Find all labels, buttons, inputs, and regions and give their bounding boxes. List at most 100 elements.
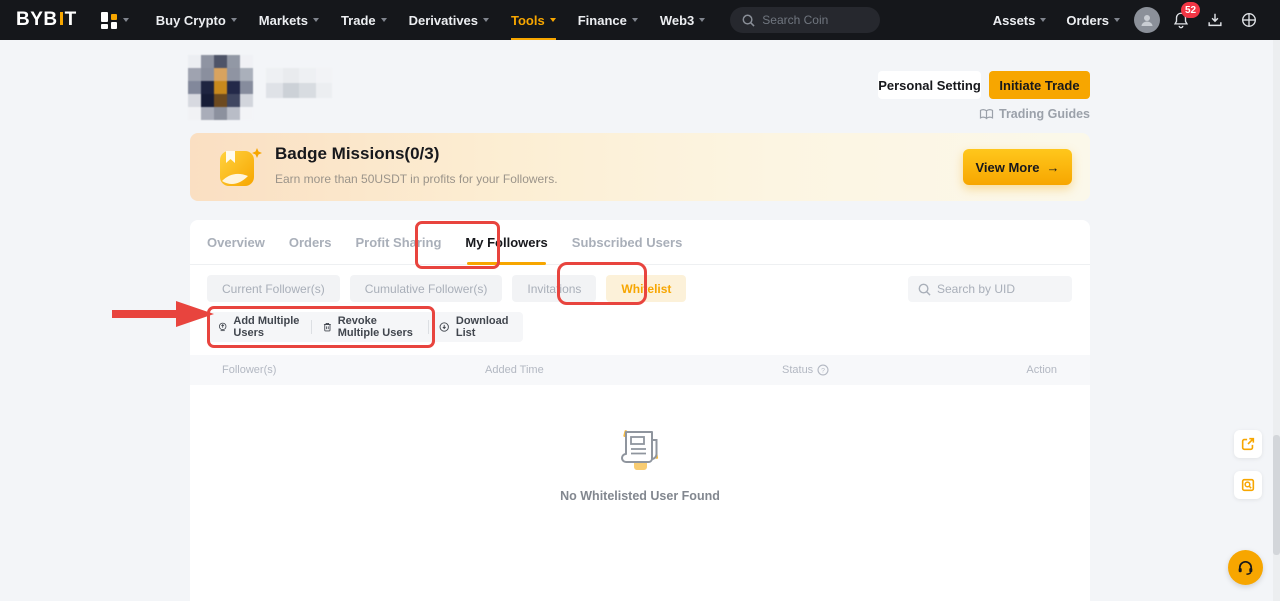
subtab-bar: Current Follower(s) Cumulative Follower(… [207, 275, 686, 302]
nav-item-buy-crypto[interactable]: Buy Crypto [145, 0, 248, 40]
nav-item-label: Tools [511, 13, 545, 28]
notifications-button[interactable]: 52 [1164, 0, 1198, 40]
tab-label: Subscribed Users [572, 235, 683, 250]
nav-item-assets[interactable]: Assets [983, 0, 1057, 40]
badge-book-icon [213, 142, 265, 199]
language-button[interactable] [1232, 0, 1266, 40]
support-button[interactable] [1228, 550, 1263, 585]
column-action: Action [1026, 364, 1057, 376]
scrollbar-thumb[interactable] [1273, 435, 1280, 555]
banner-title: Badge Missions(0/3) [275, 144, 439, 164]
empty-document-icon [612, 418, 668, 476]
content-column: Personal Setting Initiate Trade Trading … [190, 40, 1090, 601]
tab-label: Profit Sharing [355, 235, 441, 250]
preview-floating-button[interactable] [1234, 471, 1262, 499]
followers-card: Overview Orders Profit Sharing My Follow… [190, 220, 1090, 601]
scrollbar-track[interactable] [1273, 40, 1280, 601]
nav-item-orders[interactable]: Orders [1056, 0, 1130, 40]
tab-profit-sharing[interactable]: Profit Sharing [343, 235, 453, 264]
view-more-label: View More [975, 160, 1039, 175]
external-link-icon [1240, 436, 1256, 452]
avatar [188, 55, 253, 120]
nav-item-label: Trade [341, 13, 376, 28]
nav-item-derivatives[interactable]: Derivatives [398, 0, 500, 40]
subtab-whitelist[interactable]: Whitelist [606, 275, 686, 302]
nav-menu: Buy Crypto Markets Trade Derivatives Too… [145, 0, 717, 40]
trading-guides-link[interactable]: Trading Guides [979, 107, 1090, 121]
subtab-invitations[interactable]: Invitations [512, 275, 596, 302]
nav-item-label: Markets [259, 13, 308, 28]
tab-overview[interactable]: Overview [195, 235, 277, 264]
revoke-multiple-users-label: Revoke Multiple Users [338, 315, 417, 339]
download-icon [1206, 11, 1224, 29]
initiate-trade-button[interactable]: Initiate Trade [989, 71, 1090, 99]
nav-item-label: Orders [1066, 13, 1109, 28]
subtab-current-followers[interactable]: Current Follower(s) [207, 275, 340, 302]
book-icon [979, 108, 994, 121]
chevron-down-icon [632, 18, 638, 22]
subtab-label: Current Follower(s) [222, 282, 325, 296]
profile-avatar-button[interactable] [1130, 0, 1164, 40]
subtab-label: Invitations [527, 282, 581, 296]
search-uid-input[interactable]: Search by UID [908, 276, 1072, 302]
banner-subtitle: Earn more than 50USDT in profits for you… [275, 172, 558, 186]
globe-icon [1240, 11, 1258, 29]
tab-my-followers[interactable]: My Followers [453, 235, 559, 264]
chevron-down-icon [1040, 18, 1046, 22]
tab-bar: Overview Orders Profit Sharing My Follow… [190, 220, 1090, 265]
column-added-time: Added Time [485, 364, 544, 376]
trash-icon [323, 320, 332, 334]
nav-item-label: Web3 [660, 13, 694, 28]
download-app-button[interactable] [1198, 0, 1232, 40]
subtab-label: Whitelist [621, 282, 671, 296]
subtab-label: Cumulative Follower(s) [365, 282, 488, 296]
top-nav: BYB T Buy Crypto Markets Trade Derivative… [0, 0, 1280, 40]
apps-menu-button[interactable] [77, 12, 129, 29]
chevron-down-icon [483, 18, 489, 22]
chevron-down-icon [123, 18, 129, 22]
tab-subscribed-users[interactable]: Subscribed Users [560, 235, 695, 264]
nav-item-web3[interactable]: Web3 [649, 0, 716, 40]
nav-item-trade[interactable]: Trade [330, 0, 398, 40]
view-more-button[interactable]: View More → [963, 149, 1072, 185]
question-circle-icon[interactable]: ? [817, 364, 829, 376]
search-coin-input[interactable]: Search Coin [730, 7, 880, 33]
nav-item-label: Derivatives [409, 13, 478, 28]
document-search-icon [1240, 477, 1256, 493]
table-header: Follower(s) Added Time Status ? Action [190, 355, 1090, 385]
tab-orders[interactable]: Orders [277, 235, 344, 264]
share-floating-button[interactable] [1234, 430, 1262, 458]
empty-state-message: No Whitelisted User Found [190, 489, 1090, 503]
add-multiple-users-button[interactable]: Add Multiple Users [207, 312, 311, 342]
nav-item-tools[interactable]: Tools [500, 0, 567, 40]
nav-item-finance[interactable]: Finance [567, 0, 649, 40]
nav-item-label: Assets [993, 13, 1036, 28]
column-followers: Follower(s) [222, 364, 276, 376]
bybit-logo[interactable]: BYB T [16, 9, 77, 31]
search-icon [742, 14, 755, 27]
nav-item-markets[interactable]: Markets [248, 0, 330, 40]
apps-grid-icon [101, 12, 118, 29]
page: BYB T Buy Crypto Markets Trade Derivative… [0, 0, 1280, 601]
whitelist-toolbar: Add Multiple Users Revoke Multiple Users… [207, 312, 523, 342]
avatar-icon [1134, 7, 1160, 33]
logo-orange-bar [60, 12, 63, 25]
empty-state: No Whitelisted User Found [190, 418, 1090, 503]
nav-item-label: Buy Crypto [156, 13, 226, 28]
logo-text-right: T [65, 9, 77, 31]
personal-setting-button[interactable]: Personal Setting [878, 71, 981, 99]
chevron-down-icon [550, 18, 556, 22]
tab-label: My Followers [465, 235, 547, 250]
badge-missions-banner: Badge Missions(0/3) Earn more than 50USD… [190, 133, 1090, 201]
nav-right: Assets Orders 52 [983, 0, 1266, 40]
subtab-cumulative-followers[interactable]: Cumulative Follower(s) [350, 275, 503, 302]
column-status: Status ? [782, 364, 829, 376]
revoke-multiple-users-button[interactable]: Revoke Multiple Users [312, 312, 428, 342]
logo-text-left: BYB [16, 9, 58, 31]
search-placeholder: Search Coin [762, 13, 828, 27]
download-list-button[interactable]: Download List [428, 312, 523, 342]
download-circle-icon [439, 320, 449, 334]
trading-guides-label: Trading Guides [999, 107, 1090, 121]
chevron-down-icon [699, 18, 705, 22]
nav-item-label: Finance [578, 13, 627, 28]
